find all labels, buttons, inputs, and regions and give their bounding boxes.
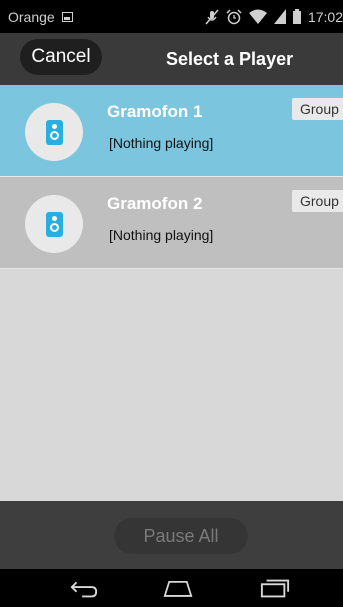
group-button[interactable]: Group	[292, 98, 343, 120]
player-list: Gramofon 1 [Nothing playing] Group Gramo…	[0, 85, 343, 501]
recent-apps-icon[interactable]	[260, 577, 290, 599]
status-time: 17:02	[307, 8, 343, 25]
player-name: Gramofon 2	[107, 194, 203, 213]
mute-icon	[205, 9, 219, 24]
player-row[interactable]: Gramofon 1 [Nothing playing] Group	[0, 85, 343, 177]
player-status: [Nothing playing]	[109, 135, 214, 151]
carrier-name: Orange	[8, 8, 55, 25]
player-status: [Nothing playing]	[109, 227, 214, 243]
speaker-icon	[45, 211, 63, 237]
page-title: Select a Player	[166, 48, 294, 69]
player-row[interactable]: Gramofon 2 [Nothing playing] Group	[0, 177, 343, 269]
signal-icon	[273, 9, 286, 24]
bottom-bar: Pause All	[0, 501, 343, 569]
gallery-icon	[61, 11, 73, 22]
speaker-icon	[45, 119, 63, 145]
player-name: Gramofon 1	[107, 102, 203, 121]
back-icon[interactable]	[69, 577, 99, 599]
status-icons: 17:02	[205, 0, 343, 33]
group-button[interactable]: Group	[292, 190, 343, 212]
wifi-icon	[248, 9, 267, 24]
header-bar: Cancel Select a Player	[0, 33, 343, 85]
player-avatar	[25, 103, 83, 161]
player-avatar	[25, 195, 83, 253]
alarm-icon	[226, 8, 242, 24]
cancel-button[interactable]: Cancel	[20, 39, 102, 75]
pause-all-button[interactable]: Pause All	[114, 518, 248, 554]
battery-icon	[292, 9, 301, 24]
home-icon[interactable]	[163, 577, 193, 599]
navigation-bar	[0, 569, 343, 607]
status-bar: Orange 17:02	[0, 0, 343, 33]
